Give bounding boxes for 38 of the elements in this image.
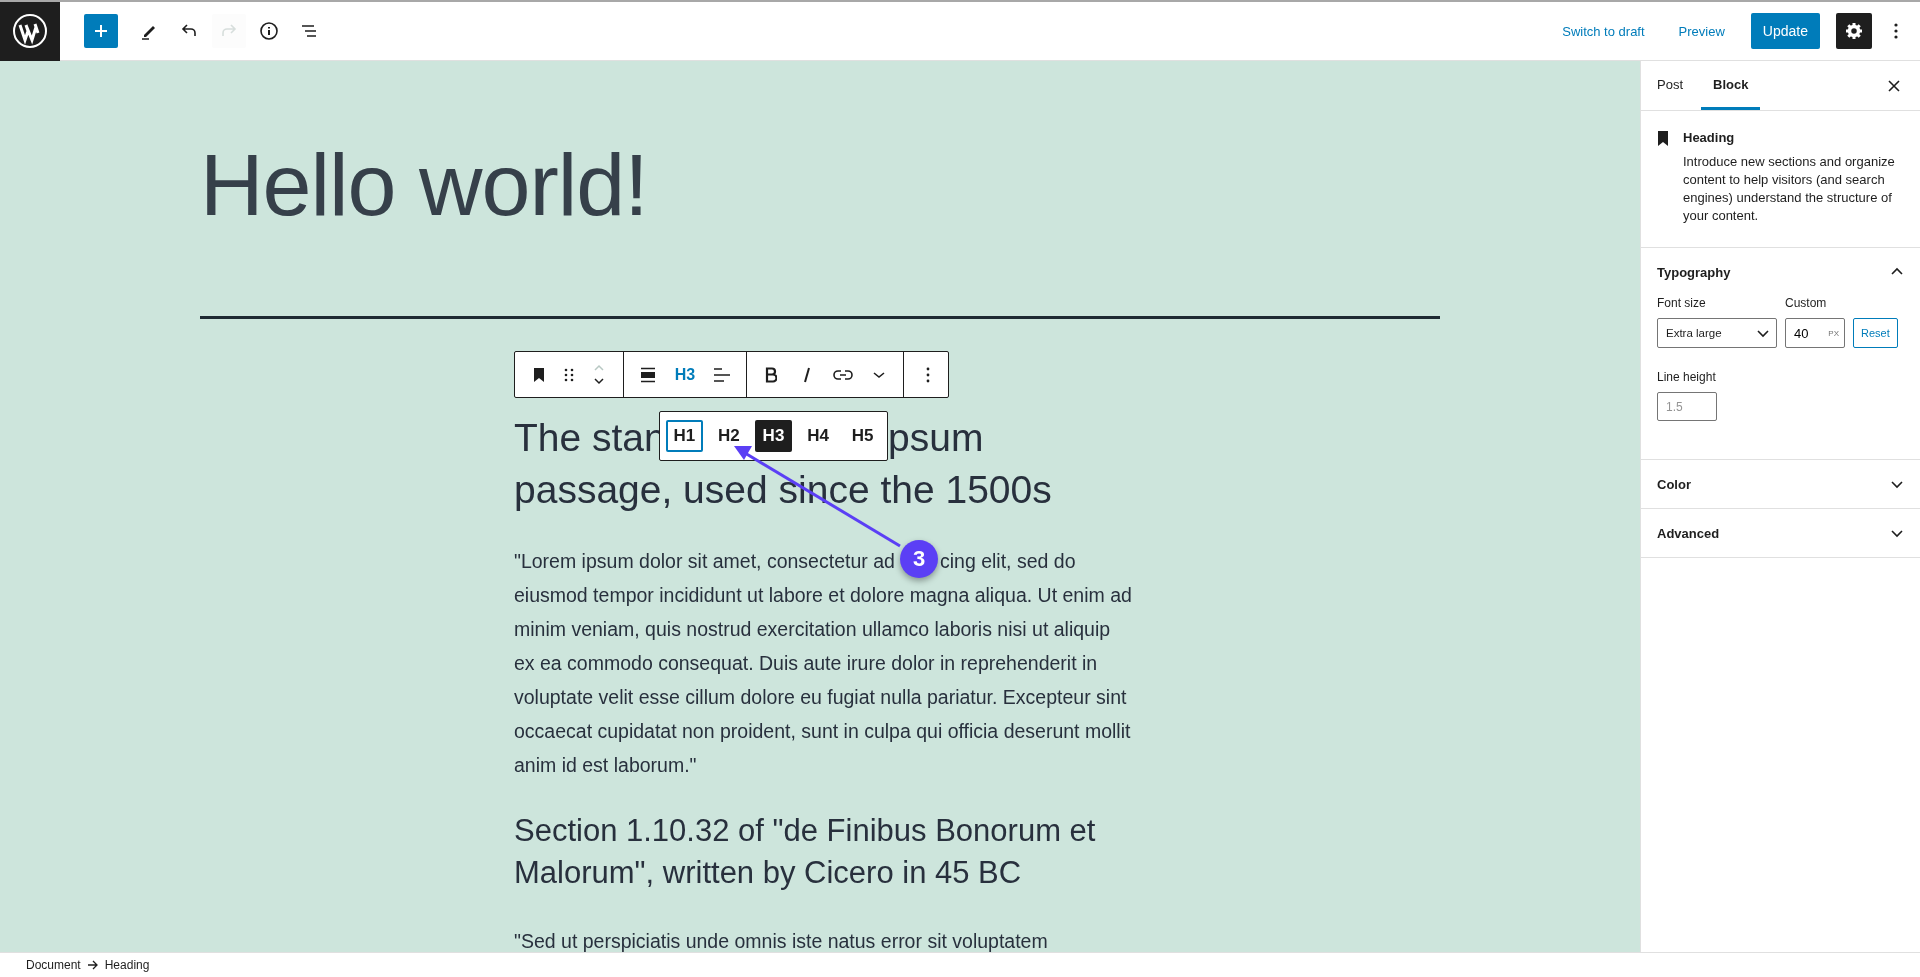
add-block-button[interactable] xyxy=(84,14,118,48)
unit-label: PX xyxy=(1828,328,1839,338)
breadcrumb-link[interactable]: Document xyxy=(26,958,81,972)
heading-level-button[interactable]: H3 xyxy=(666,356,704,393)
heading-level-option[interactable]: H1 xyxy=(666,420,703,452)
wordpress-logo[interactable] xyxy=(0,1,60,61)
panel-header[interactable]: Color xyxy=(1657,460,1904,508)
bookmark-icon xyxy=(1657,131,1669,146)
line-height-field[interactable]: 1.5 xyxy=(1657,392,1717,421)
arrow-right-icon xyxy=(86,960,99,970)
panel-header[interactable]: Typography xyxy=(1657,248,1904,296)
plus-icon xyxy=(92,22,110,40)
breadcrumb-link[interactable]: Heading xyxy=(104,958,150,972)
switch-to-draft-link[interactable]: Switch to draft xyxy=(1554,17,1653,45)
block-description: Introduce new sections and organize content to help visitors (and search engines) understand the structure of your content. xyxy=(1683,153,1896,225)
gear-icon xyxy=(1844,21,1864,41)
paragraph-text: eiusmod tempor incididunt ut labore et dolore magna aliqua. Ut enim ad minim veniam, quis nostrud exercitation ullamco laboris nisi ut aliquip ex ea commodo consequat. Duis aute irure dolor in reprehenderit in voluptate velit esse cillum dolore eu fugiat nulla pariatur. Excepteur sint occaecat cupidatat non proident, sunt in culpa qui officia deserunt mollit anim id est laborum." xyxy=(514,583,1133,778)
step-badge: 3 xyxy=(900,540,938,578)
update-button[interactable]: Update xyxy=(1750,13,1820,49)
post-title: Hello world! xyxy=(200,134,649,236)
sidebar-tab[interactable]: Block xyxy=(1701,61,1761,110)
custom-size-field[interactable]: 40 xyxy=(1794,325,1824,341)
preview-link[interactable]: Preview xyxy=(1670,17,1733,45)
heading-text: psum xyxy=(888,415,984,461)
heading-level-option[interactable]: H3 xyxy=(755,420,792,452)
reset-button[interactable]: Reset xyxy=(1853,318,1898,348)
heading-text: Section 1.10.32 of "de Finibus Bonorum et Malorum", written by Cicero in 45 BC xyxy=(514,812,1097,892)
paragraph-text: "Lorem ipsum dolor sit amet, consectetur ad xyxy=(514,549,895,574)
field-label: Font size xyxy=(1657,296,1707,310)
paragraph-text: "Sed ut perspiciatis unde omnis iste natus error sit voluptatem xyxy=(514,929,1049,952)
field-label: Custom xyxy=(1785,296,1828,310)
font-size-select[interactable]: Extra large xyxy=(1657,318,1777,348)
field-label: Line height xyxy=(1657,370,1717,384)
paragraph-text: cing elit, sed do xyxy=(940,549,1076,574)
sidebar-tab[interactable]: Post xyxy=(1645,61,1695,110)
block-title: Heading xyxy=(1683,130,1736,145)
settings-button[interactable] xyxy=(1836,13,1872,49)
panel-header[interactable]: Advanced xyxy=(1657,509,1904,557)
